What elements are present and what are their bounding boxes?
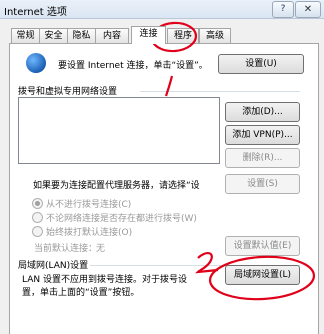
settings-button[interactable]: 设置(S) [225, 174, 300, 194]
remove-button[interactable]: 删除(R)... [225, 148, 300, 168]
setup-text: 要设置 Internet 连接，单击“设置”。 [58, 61, 208, 71]
help-button[interactable]: ? [272, 1, 294, 18]
tab-connections[interactable]: 连接 [131, 26, 166, 44]
dialup-divider [140, 91, 300, 92]
radio-never-dial[interactable] [32, 198, 43, 209]
lan-settings-button[interactable]: 局域网设置(L) [225, 265, 300, 285]
setup-button[interactable]: 设置(U) [218, 54, 304, 74]
tab-advanced[interactable]: 高级 [199, 28, 231, 43]
radio-always-dial-label: 始终拨打默认连接(O) [46, 228, 133, 238]
add-button[interactable]: 添加(D)... [225, 102, 300, 122]
network-globe-icon [26, 53, 46, 73]
current-default-value: 无 [96, 244, 106, 254]
radio-never-dial-label: 从不进行拨号连接(C) [46, 200, 132, 210]
radio-dial-when-no-network[interactable] [32, 212, 43, 223]
set-default-button[interactable]: 设置默认值(E) [225, 236, 300, 256]
connection-list[interactable] [18, 97, 220, 164]
close-button[interactable]: ✕ [295, 1, 321, 18]
dialup-heading: 拨号和虚拟专用网络设置 [18, 87, 118, 97]
tab-security[interactable]: 安全 [39, 28, 68, 43]
add-vpn-button[interactable]: 添加 VPN(P)... [225, 125, 300, 145]
title-bar: Internet 选项 ? ✕ [0, 0, 324, 19]
tab-programs[interactable]: 程序 [167, 28, 199, 43]
radio-always-dial[interactable] [32, 226, 43, 237]
tab-privacy[interactable]: 隐私 [67, 28, 96, 43]
current-default-label: 当前默认连接： [34, 244, 98, 254]
lan-heading: 局域网(LAN)设置 [18, 261, 89, 271]
lan-description-line1: LAN 设置不应用到拨号连接。对于拨号设 [22, 275, 187, 285]
window-title: Internet 选项 [4, 7, 67, 18]
proxy-text: 如果要为连接配置代理服务器，请选择“设 [33, 181, 200, 191]
lan-description-line2: 置，单击上面的“设置”按钮。 [22, 288, 140, 298]
tab-general[interactable]: 常规 [11, 28, 40, 43]
tab-content[interactable]: 内容 [95, 28, 129, 43]
radio-dial-when-no-network-label: 不论网络连接是否存在都进行拨号(W) [46, 214, 197, 224]
